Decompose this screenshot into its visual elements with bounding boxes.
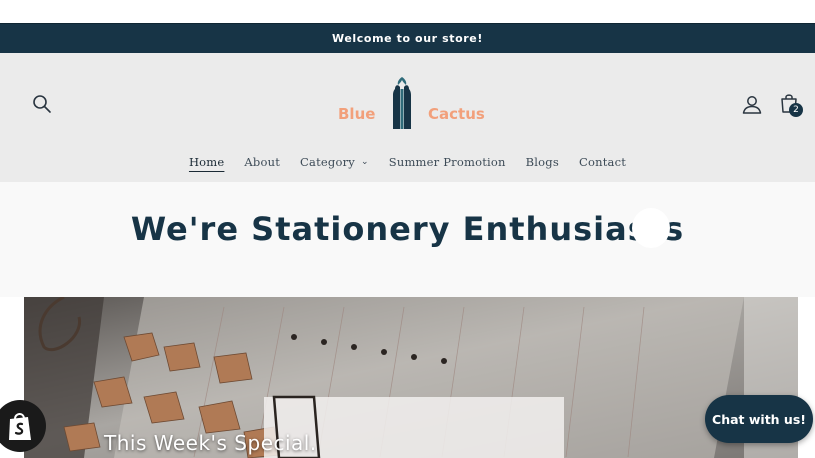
nav-item-home[interactable]: Home — [179, 155, 234, 169]
chat-button[interactable]: Chat with us! — [705, 395, 813, 443]
nav-item-category[interactable]: Category ⌄ — [290, 155, 379, 169]
store-logo[interactable]: Blue Cactus — [333, 75, 488, 135]
search-icon — [33, 95, 51, 113]
nav-item-summer-promotion[interactable]: Summer Promotion — [379, 155, 516, 169]
nav-item-category-label: Category — [300, 155, 356, 169]
nav-item-contact[interactable]: Contact — [569, 155, 636, 169]
top-strip — [0, 0, 815, 23]
main-nav: Home About Category ⌄ Summer Promotion B… — [0, 155, 815, 169]
intro-section: We're Stationery Enthusiasts — [0, 182, 815, 297]
cart-count-badge: 2 — [789, 103, 803, 117]
chevron-down-icon: ⌄ — [361, 157, 369, 167]
nav-item-about[interactable]: About — [234, 155, 290, 169]
user-icon — [742, 96, 762, 114]
hero-banner[interactable]: This Week's Special. — [24, 297, 798, 458]
shopify-bag-icon — [9, 413, 31, 440]
search-button[interactable] — [31, 93, 53, 115]
account-button[interactable] — [740, 93, 764, 117]
page-title: We're Stationery Enthusiasts — [130, 210, 685, 248]
announcement-text: Welcome to our store! — [332, 32, 483, 45]
decorative-circle — [632, 208, 670, 248]
announcement-bar: Welcome to our store! — [0, 23, 815, 53]
logo-word-blue: Blue — [338, 105, 376, 123]
site-header: Blue Cactus 2 Home About Category ⌄ Summ… — [0, 53, 815, 182]
logo-word-cactus: Cactus — [428, 105, 485, 123]
cart-button[interactable]: 2 — [777, 91, 805, 119]
nav-item-blogs[interactable]: Blogs — [516, 155, 569, 169]
cactus-logo-icon — [393, 77, 411, 129]
hero-caption: This Week's Special. — [104, 431, 317, 455]
